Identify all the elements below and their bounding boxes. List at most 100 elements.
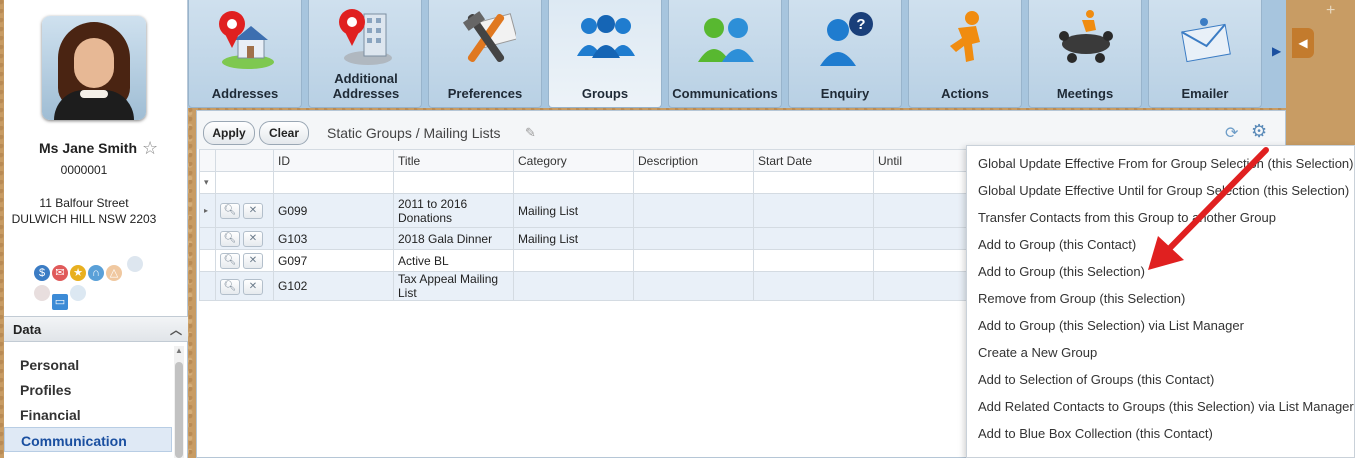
table-row[interactable]: 🔍︎ ✕ G097 Active BL	[199, 249, 994, 272]
add-plus-icon[interactable]: +	[1326, 2, 1335, 20]
sidebar-item-communication[interactable]: Communication	[4, 427, 172, 452]
dollar-badge-icon[interactable]: $	[34, 265, 50, 281]
card-badge-icon[interactable]: ▭	[52, 294, 68, 310]
clear-button[interactable]: Clear	[259, 121, 309, 145]
scroll-up-icon[interactable]: ▲	[174, 346, 184, 356]
cell-category: Mailing List	[513, 193, 634, 228]
person-question-icon: ?	[820, 12, 873, 66]
col-header-title[interactable]: Title	[393, 149, 514, 172]
tab-label: Meetings	[1056, 86, 1114, 101]
edit-pencil-icon[interactable]: ✎	[525, 125, 536, 141]
apply-button[interactable]: Apply	[203, 121, 255, 145]
tab-enquiry[interactable]: ? Enquiry	[788, 0, 902, 108]
cell-id: G097	[273, 249, 394, 272]
contact-photo[interactable]	[42, 16, 146, 120]
cell-category	[513, 271, 634, 301]
row-actions: 🔍︎ ✕	[215, 193, 274, 228]
grid-header-row: ID Title Category Description Start Date…	[199, 149, 994, 172]
table-row[interactable]: 🔍︎ ✕ G102 Tax Appeal Mailing List	[199, 271, 994, 301]
row-pointer-icon: ▸	[199, 193, 216, 228]
tab-addresses[interactable]: Addresses	[188, 0, 302, 108]
cell-start-date	[753, 271, 874, 301]
delete-x-icon[interactable]: ✕	[243, 203, 263, 219]
faded-badge-icon-2[interactable]	[34, 285, 50, 301]
tabs-next-arrow-icon[interactable]: ▶	[1272, 44, 1281, 58]
menu-item-create-new-group[interactable]: Create a New Group	[967, 335, 1354, 362]
menu-item-add-to-selection-of-groups[interactable]: Add to Selection of Groups (this Contact…	[967, 362, 1354, 389]
table-row[interactable]: 🔍︎ ✕ G103 2018 Gala Dinner Mailing List	[199, 227, 994, 250]
view-magnifier-icon[interactable]: 🔍︎	[220, 231, 240, 247]
delete-x-icon[interactable]: ✕	[243, 253, 263, 269]
filter-cell-id[interactable]	[273, 171, 394, 194]
map-pin-house-icon	[219, 11, 274, 69]
gift-badge-icon[interactable]: ✉	[52, 265, 68, 281]
cell-category	[513, 249, 634, 272]
menu-item-remove-from-group[interactable]: Remove from Group (this Selection)	[967, 281, 1354, 308]
filter-cell-description[interactable]	[633, 171, 754, 194]
contact-address-line1: 11 Balfour Street	[39, 196, 129, 210]
sidebar-item-financial[interactable]: Financial	[4, 402, 172, 427]
cell-id: G103	[273, 227, 394, 250]
tab-label: Communications	[672, 86, 778, 101]
sidebar-scrollbar[interactable]: ▲	[174, 346, 184, 458]
tab-meetings[interactable]: Meetings	[1028, 0, 1142, 108]
row-indicator	[199, 249, 216, 272]
view-magnifier-icon[interactable]: 🔍︎	[220, 253, 240, 269]
filter-cell-category[interactable]	[513, 171, 634, 194]
running-person-icon	[950, 11, 980, 62]
cell-description	[633, 271, 754, 301]
favorite-star-icon[interactable]: ☆	[142, 138, 158, 159]
tab-additional-addresses[interactable]: Additional Addresses	[308, 0, 422, 108]
delete-x-icon[interactable]: ✕	[243, 278, 263, 295]
gear-icon[interactable]: ⚙	[1251, 121, 1267, 142]
tab-label: Groups	[581, 86, 629, 101]
filter-cell-start-date[interactable]	[753, 171, 874, 194]
sidebar-scroll-thumb[interactable]	[175, 362, 183, 458]
col-header-category[interactable]: Category	[513, 149, 634, 172]
award-badge-icon[interactable]: ★	[70, 265, 86, 281]
col-header-id[interactable]: ID	[273, 149, 394, 172]
faded-badge-icon-1[interactable]	[127, 256, 144, 272]
meeting-table-icon	[1059, 10, 1113, 63]
tab-label: Enquiry	[820, 86, 870, 101]
view-magnifier-icon[interactable]: 🔍︎	[220, 278, 240, 295]
col-header-description[interactable]: Description	[633, 149, 754, 172]
ribbon-badge-icon[interactable]: ∩	[88, 265, 104, 281]
tab-actions[interactable]: Actions	[908, 0, 1022, 108]
filter-cell-title[interactable]	[393, 171, 514, 194]
tab-emailer[interactable]: Emailer	[1148, 0, 1262, 108]
side-panel-handle-icon[interactable]: ◀	[1292, 28, 1314, 58]
table-row[interactable]: ▸ 🔍︎ ✕ G099 2011 to 2016 Donations Mailin…	[199, 193, 994, 228]
tab-groups[interactable]: Groups	[548, 0, 662, 108]
cell-category: Mailing List	[513, 227, 634, 250]
sidebar-item-personal[interactable]: Personal	[4, 352, 172, 377]
cell-start-date	[753, 193, 874, 228]
tab-communications[interactable]: Communications	[668, 0, 782, 108]
cell-description	[633, 193, 754, 228]
tools-icon	[462, 11, 516, 63]
cell-title: 2018 Gala Dinner	[393, 227, 514, 250]
col-header-start-date[interactable]: Start Date	[753, 149, 874, 172]
data-section-header[interactable]: Data ︿	[4, 316, 188, 342]
cell-start-date	[753, 227, 874, 250]
menu-item-add-to-blue-box[interactable]: Add to Blue Box Collection (this Contact…	[967, 416, 1354, 443]
menu-item-add-related-contacts[interactable]: Add Related Contacts to Groups (this Sel…	[967, 389, 1354, 416]
chevron-up-icon[interactable]: ︿	[170, 321, 182, 338]
actions-header	[215, 149, 274, 172]
grid-title: Static Groups / Mailing Lists	[327, 125, 501, 141]
menu-item-add-to-group-list-manager[interactable]: Add to Group (this Selection) via List M…	[967, 308, 1354, 335]
cell-description	[633, 227, 754, 250]
faded-badge-icon-3[interactable]	[70, 285, 86, 301]
filter-icon[interactable]: ▾	[199, 171, 216, 194]
cell-start-date	[753, 249, 874, 272]
delete-x-icon[interactable]: ✕	[243, 231, 263, 247]
contact-id: 0000001	[60, 163, 108, 177]
sidebar-item-profiles[interactable]: Profiles	[4, 377, 172, 402]
tab-preferences[interactable]: Preferences	[428, 0, 542, 108]
warning-badge-icon[interactable]: △	[106, 265, 122, 281]
filter-cell	[215, 171, 274, 194]
row-indicator	[199, 271, 216, 301]
view-magnifier-icon[interactable]: 🔍︎	[220, 203, 240, 219]
cell-id: G099	[273, 193, 394, 228]
data-section-title: Data	[13, 322, 42, 337]
